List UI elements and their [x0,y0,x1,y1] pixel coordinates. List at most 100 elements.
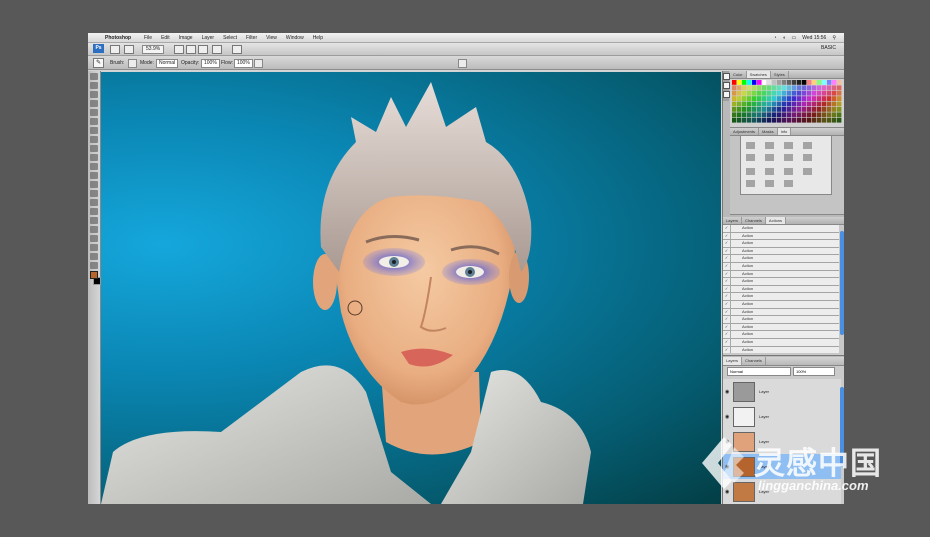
color-swatch[interactable] [797,85,802,91]
color-swatch[interactable] [797,96,802,101]
color-swatch[interactable] [797,107,802,112]
blur-tool-icon[interactable] [90,181,98,188]
color-swatch[interactable] [757,85,762,91]
color-swatch[interactable] [757,90,762,96]
color-swatch[interactable] [837,90,842,96]
zoom-level[interactable]: 53.9% [142,45,165,54]
color-swatch[interactable] [777,80,782,85]
color-swatch[interactable] [802,85,807,91]
color-swatch[interactable] [797,90,802,96]
color-swatch[interactable] [767,112,772,118]
app-menu-photoshop[interactable]: Photoshop [105,35,131,41]
color-swatch[interactable] [752,112,757,118]
action-toggle-icon[interactable]: ✓ [723,247,731,255]
screen-mode-icon[interactable] [232,45,242,54]
styles-panel-icon[interactable] [723,91,730,98]
color-swatch[interactable] [802,117,807,123]
flow-field[interactable]: 100% [234,59,253,68]
brush-tool-icon[interactable] [90,136,98,143]
brush-tool-preset-icon[interactable]: ✎ [93,58,104,68]
color-swatch[interactable] [802,96,807,101]
color-swatch[interactable] [767,107,772,112]
tab-channels[interactable]: Channels [742,217,766,224]
action-item[interactable]: ✓ Action [723,300,839,309]
color-swatch[interactable] [832,107,837,112]
color-swatch[interactable] [792,112,797,118]
action-item[interactable]: ✓ Action [723,270,839,279]
layer-name[interactable]: Layer [759,414,769,419]
color-swatch[interactable] [742,80,747,85]
color-swatch[interactable] [822,101,827,107]
color-swatch[interactable] [782,80,787,85]
color-swatch[interactable] [772,107,777,112]
color-swatch[interactable] [762,90,767,96]
color-swatch[interactable] [747,101,752,107]
color-swatch[interactable] [772,85,777,91]
color-swatch[interactable] [762,117,767,123]
action-item[interactable]: ✓ Action [723,293,839,301]
path-selection-tool-icon[interactable] [90,217,98,224]
visibility-eye-icon[interactable]: ◉ [725,389,729,395]
action-toggle-icon[interactable]: ✓ [723,300,731,308]
color-swatch[interactable] [827,85,832,91]
color-swatch[interactable] [817,112,822,118]
color-swatch[interactable] [817,96,822,101]
lasso-tool-icon[interactable] [90,91,98,98]
color-swatch[interactable] [797,101,802,107]
color-swatch[interactable] [787,96,792,101]
color-swatch[interactable] [827,101,832,107]
color-swatch[interactable] [752,85,757,91]
shape-tool-icon[interactable] [90,226,98,233]
color-swatch[interactable] [732,112,737,118]
color-swatch[interactable] [822,117,827,123]
color-swatch[interactable] [797,112,802,118]
color-swatch[interactable] [732,96,737,101]
zoom-tool-icon[interactable] [186,45,196,54]
menu-select[interactable]: Select [223,35,237,41]
action-toggle-icon[interactable]: ✓ [723,316,731,323]
color-swatch[interactable] [747,80,752,85]
color-swatch[interactable] [837,107,842,112]
action-item[interactable]: ✓ Action [723,262,839,271]
healing-brush-tool-icon[interactable] [90,127,98,134]
opacity-field[interactable]: 100% [201,59,220,68]
color-swatch[interactable] [762,85,767,91]
color-swatch[interactable] [817,80,822,85]
layer-name[interactable]: Layer [759,389,769,394]
color-swatch[interactable] [757,80,762,85]
color-swatch[interactable] [742,112,747,118]
color-swatch[interactable] [807,90,812,96]
color-swatch[interactable] [802,101,807,107]
color-swatch[interactable] [772,117,777,123]
blend-mode-select[interactable]: Normal [727,367,791,376]
action-toggle-icon[interactable]: ✓ [723,308,731,316]
menu-view[interactable]: View [266,35,277,41]
color-swatch[interactable] [742,107,747,112]
color-swatch[interactable] [827,90,832,96]
color-swatch[interactable] [812,112,817,118]
history-brush-tool-icon[interactable] [90,154,98,161]
bridge-icon[interactable] [110,45,120,54]
color-swatch[interactable] [747,90,752,96]
color-swatch[interactable] [747,96,752,101]
color-swatch[interactable] [802,80,807,85]
pen-tool-icon[interactable] [90,199,98,206]
menu-edit[interactable]: Edit [161,35,170,41]
workspace-switcher[interactable]: BASIC [821,45,836,51]
visibility-eye-icon[interactable]: ◉ [725,414,729,420]
color-swatch[interactable] [767,85,772,91]
action-toggle-icon[interactable]: ✓ [723,270,731,278]
color-swatch[interactable] [837,96,842,101]
color-swatch[interactable] [757,101,762,107]
color-swatch[interactable] [827,96,832,101]
color-swatch[interactable] [817,85,822,91]
color-swatch[interactable] [782,101,787,107]
color-swatch[interactable] [772,112,777,118]
menu-filter[interactable]: Filter [246,35,257,41]
color-swatch[interactable] [777,101,782,107]
color-swatch[interactable] [757,96,762,101]
color-swatch[interactable] [827,80,832,85]
swatch-grid[interactable] [732,80,843,124]
color-swatch[interactable] [827,112,832,118]
color-swatch[interactable] [832,117,837,123]
